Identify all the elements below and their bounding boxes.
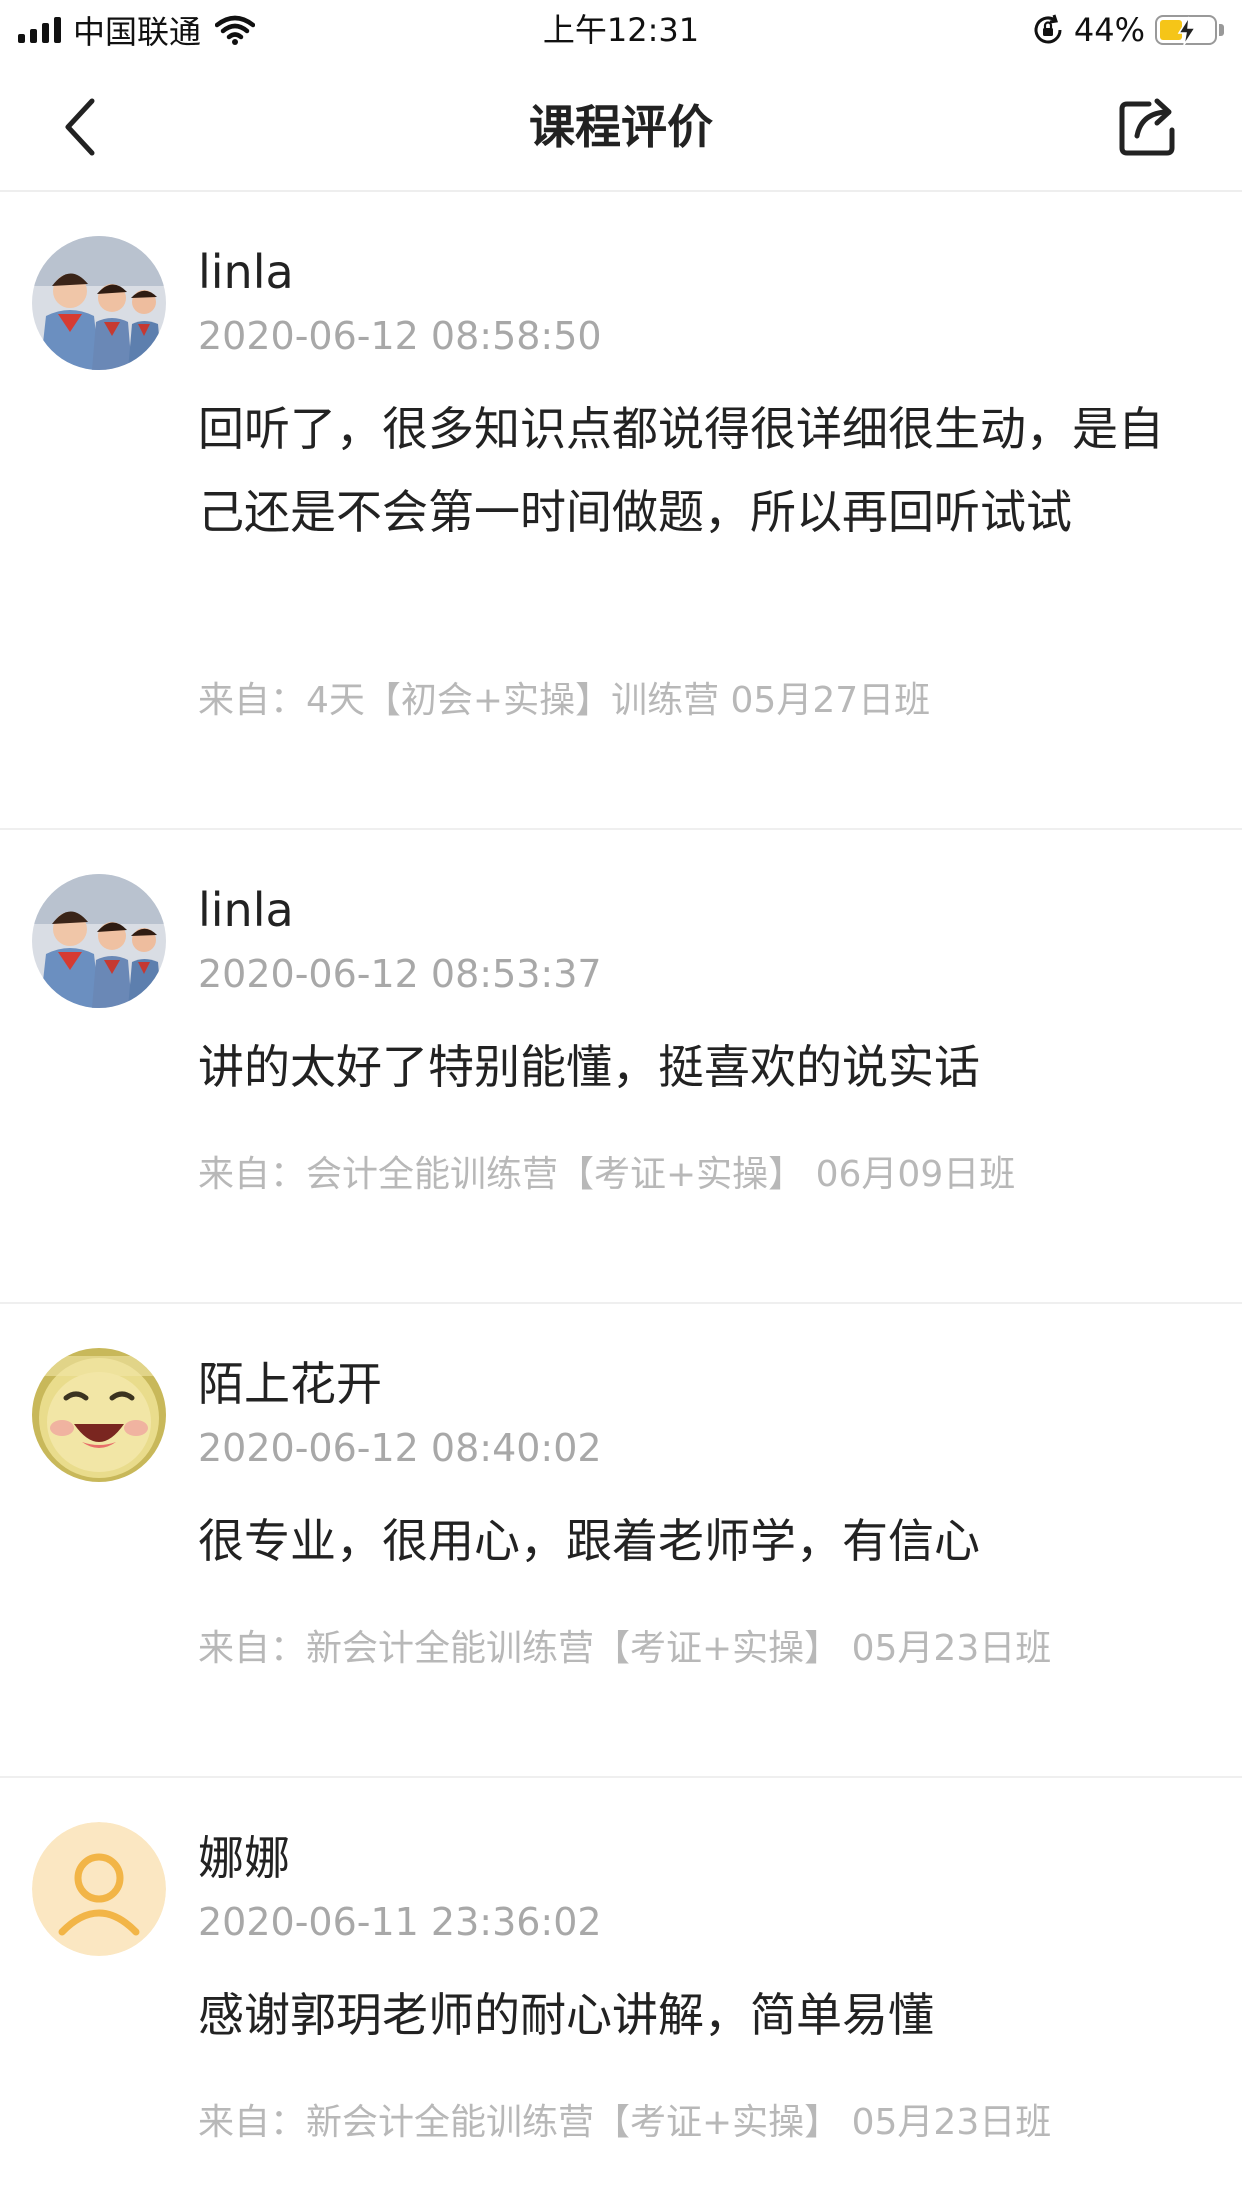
review-content: 感谢郭玥老师的耐心讲解，简单易懂	[198, 1988, 934, 2042]
share-icon	[1119, 98, 1175, 156]
review-list: linla 2020-06-12 08:58:50 回听了，很多知识点都说得很详…	[0, 192, 1242, 2208]
charging-bolt-icon	[1177, 16, 1197, 46]
review-timestamp: 2020-06-11 23:36:02	[198, 1900, 602, 1944]
review-source[interactable]: 来自：新会计全能训练营【考证+实操】 05月23日班	[198, 1624, 1051, 1674]
default-avatar-icon[interactable]	[32, 1822, 166, 1956]
review-username: 娜娜	[198, 1831, 290, 1885]
avatar[interactable]	[32, 1348, 166, 1482]
avatar[interactable]	[32, 236, 166, 370]
review-content: 讲的太好了特别能懂，挺喜欢的说实话	[198, 1040, 980, 1094]
review-timestamp: 2020-06-12 08:40:02	[198, 1426, 602, 1470]
review-content: 回听了，很多知识点都说得很详细很生动，是自己还是不会第一时间做题，所以再回听试试	[198, 402, 1164, 539]
review-source[interactable]: 来自：4天【初会+实操】训练营 05月27日班	[198, 676, 930, 726]
review-timestamp: 2020-06-12 08:53:37	[198, 952, 602, 996]
battery-tip	[1219, 24, 1224, 36]
review-username: 陌上花开	[198, 1357, 382, 1411]
review-username: linla	[198, 883, 294, 937]
battery-icon	[1155, 15, 1217, 46]
review-source[interactable]: 来自：新会计全能训练营【考证+实操】 05月23日班	[198, 2098, 1051, 2148]
avatar[interactable]	[32, 874, 166, 1008]
review-content: 很专业，很用心，跟着老师学，有信心	[198, 1514, 980, 1568]
review-timestamp: 2020-06-12 08:58:50	[198, 314, 602, 358]
nav-bar: 课程评价	[0, 60, 1242, 192]
page-title: 课程评价	[529, 100, 713, 154]
review-item: linla 2020-06-12 08:53:37 讲的太好了特别能懂，挺喜欢的…	[0, 830, 1242, 1304]
share-button[interactable]	[1112, 90, 1186, 164]
review-source[interactable]: 来自：会计全能训练营【考证+实操】 06月09日班	[198, 1150, 1015, 1200]
battery-percentage: 44%	[1073, 11, 1145, 49]
review-username: linla	[198, 245, 294, 299]
review-item: 娜娜 2020-06-11 23:36:02 感谢郭玥老师的耐心讲解，简单易懂 …	[0, 1778, 1242, 2208]
review-item: linla 2020-06-12 08:58:50 回听了，很多知识点都说得很详…	[0, 192, 1242, 830]
orientation-lock-icon	[1034, 14, 1062, 44]
status-bar: 中国联通 上午12:31 44%	[0, 0, 1242, 60]
review-item: 陌上花开 2020-06-12 08:40:02 很专业，很用心，跟着老师学，有…	[0, 1304, 1242, 1778]
